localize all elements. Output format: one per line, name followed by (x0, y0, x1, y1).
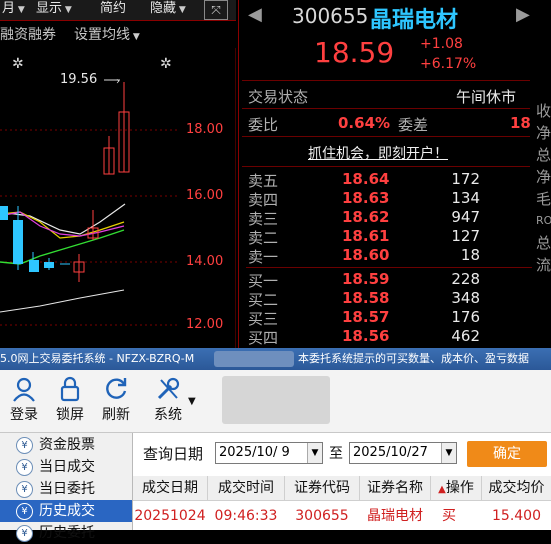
window-notice: 本委托系统提示的可买数量、成本价、盈亏数据 (298, 352, 529, 365)
quote-separator (242, 108, 530, 109)
table-header: 成交日期 成交时间 证券代码 证券名称 ▲操作 成交均价 (133, 476, 551, 501)
prev-stock-icon[interactable]: ◀ (248, 4, 262, 25)
date-range-separator: 至 (329, 446, 343, 462)
book-separator (246, 267, 532, 268)
price-axis-label: 18.00 (186, 122, 224, 137)
price-change: +1.08 (420, 36, 463, 52)
quote-separator (242, 166, 530, 167)
quote-separator (242, 80, 530, 81)
lock-screen-button[interactable]: 锁屏 (46, 372, 94, 430)
stock-code: 300655 (292, 4, 369, 28)
panel-divider (238, 0, 239, 348)
money-icon: ¥ (16, 436, 33, 454)
sell-row: 卖二 18.61 127 (248, 227, 480, 247)
candles (0, 82, 130, 282)
refresh-icon (106, 378, 127, 399)
col-header-deal-time[interactable]: 成交时间 (208, 476, 285, 501)
buy-row: 买四 18.56 462 (248, 327, 480, 347)
nav-item-today-deals[interactable]: ¥ 当日成交 (0, 456, 132, 478)
toolbar-display-button[interactable]: 显示 ▼ (36, 0, 72, 18)
price-change-pct: +6.17% (420, 56, 477, 72)
weicha-value: 18 (510, 114, 531, 132)
indicator-bar: 融资融券 设置均线 ▼ (0, 22, 236, 48)
cell-operation: 买 (442, 508, 456, 524)
start-date-picker[interactable]: 2025/10/ 9 ▼ (215, 442, 323, 464)
toolbar-simple-button[interactable]: 简约 (100, 0, 126, 18)
col-header-security-code[interactable]: 证券代码 (285, 476, 360, 501)
svg-text:✲: ✲ (160, 56, 172, 72)
price-axis-label: 16.00 (186, 188, 224, 203)
cell-avg-price: 15.400 (492, 508, 541, 524)
ma-line-long (0, 289, 125, 313)
quote-separator (242, 136, 530, 137)
open-account-link[interactable]: 抓住机会，即刻开户！ (308, 143, 448, 163)
yen-icon: ¥ (16, 524, 33, 542)
system-dropdown-icon[interactable]: ▼ (188, 396, 196, 407)
query-date-label: 查询日期 (143, 445, 204, 463)
yen-icon: ¥ (16, 502, 33, 520)
col-header-security-name[interactable]: 证券名称 (360, 476, 431, 501)
calendar-dropdown-icon[interactable]: ▼ (307, 443, 322, 463)
sell-row: 卖三 18.62 947 (248, 208, 480, 228)
toolbar-hide-button[interactable]: 隐藏 ▼ (150, 0, 186, 18)
toolbar-divider (0, 20, 236, 21)
buy-row: 买一 18.59 228 (248, 270, 480, 290)
col-header-operation[interactable]: ▲操作 (431, 476, 482, 501)
yen-icon: ¥ (16, 480, 33, 498)
cell-security-code: 300655 (295, 508, 349, 524)
sell-row: 卖四 18.63 134 (248, 189, 480, 209)
ma-settings-button[interactable]: 设置均线 ▼ (74, 22, 140, 50)
confirm-button[interactable]: 确定 (467, 441, 547, 467)
status-label: 交易状态 (248, 88, 309, 106)
window-titlebar[interactable]: 5.0网上交易委托系统 - NFZX-BZRQ-M 本委托系统提示的可买数量、成… (0, 348, 551, 370)
nav-item-funds[interactable]: ¥ 资金股票 (0, 434, 132, 456)
nav-item-today-orders[interactable]: ¥ 当日委托 (0, 478, 132, 500)
status-value: 午间休市 (456, 88, 517, 106)
buy-row: 买三 18.57 176 (248, 308, 480, 328)
stock-name: 晶瑞电材 (370, 8, 459, 33)
price-axis-label: 12.00 (186, 317, 224, 332)
max-price-marker: 19.56 (60, 72, 98, 87)
cell-deal-date: 20251024 (134, 508, 206, 524)
sell-row: 卖五 18.64 172 (248, 170, 480, 190)
tools-icon (157, 377, 180, 400)
order-book: 卖五 18.64 172 卖四 18.63 134 卖三 18.62 947 卖二 18.61… (246, 170, 532, 347)
blurred-region (222, 376, 330, 424)
refresh-button[interactable]: 刷新 (92, 372, 140, 430)
price-axis-label: 14.00 (186, 254, 224, 269)
next-stock-icon[interactable]: ▶ (516, 4, 530, 25)
end-date-picker[interactable]: 2025/10/27 ▼ (349, 442, 457, 464)
sun-icon: ✲ ✲ (12, 56, 172, 72)
query-panel: 查询日期 2025/10/ 9 ▼ 至 2025/10/27 ▼ 确定 成交日期… (133, 433, 551, 530)
calendar-dropdown-icon[interactable]: ▼ (441, 443, 456, 463)
cell-deal-time: 09:46:33 (214, 508, 278, 524)
lock-icon (60, 376, 80, 402)
sort-up-icon: ▲ (438, 484, 446, 495)
login-button[interactable]: 登录 (0, 372, 48, 430)
yen-icon: ¥ (16, 458, 33, 476)
nav-item-history-deals[interactable]: ¥ 历史成交 (0, 500, 132, 522)
current-price: 18.59 (314, 36, 395, 69)
col-header-avg-price[interactable]: 成交均价 (482, 476, 551, 501)
sell-row: 卖一 18.60 18 (248, 246, 480, 266)
weicha-label: 委差 (398, 116, 429, 134)
svg-text:✲: ✲ (12, 56, 24, 72)
svg-text:›: › (116, 76, 120, 87)
margin-trading-label[interactable]: 融资融券 (0, 22, 56, 48)
main-toolbar: 登录 锁屏 刷新 系统 ▼ (0, 370, 551, 433)
toolbar-period-button[interactable]: 月 ▼ (2, 0, 25, 18)
expand-arrows-icon[interactable]: ⤧ (204, 0, 228, 20)
function-sidebar: ¥ 资金股票 ¥ 当日成交 ¥ 当日委托 ¥ 历史成交 ¥ 历史委托 (0, 433, 133, 542)
cell-security-name: 晶瑞电材 (367, 508, 423, 524)
weibi-label: 委比 (248, 116, 279, 134)
buy-row: 买二 18.58 348 (248, 289, 480, 309)
nav-item-history-orders[interactable]: ¥ 历史委托 (0, 522, 132, 544)
weibi-value: 0.64% (338, 114, 391, 132)
window-title: 5.0网上交易委托系统 - NFZX-BZRQ-M (0, 352, 195, 365)
col-header-deal-date[interactable]: 成交日期 (133, 476, 208, 501)
stats-column-clipped: 收净总净毛 RO 总流 (536, 102, 551, 274)
table-row[interactable]: 20251024 09:46:33 300655 晶瑞电材 买 15.400 (133, 503, 551, 529)
blurred-region (214, 351, 294, 367)
login-icon (13, 377, 35, 402)
